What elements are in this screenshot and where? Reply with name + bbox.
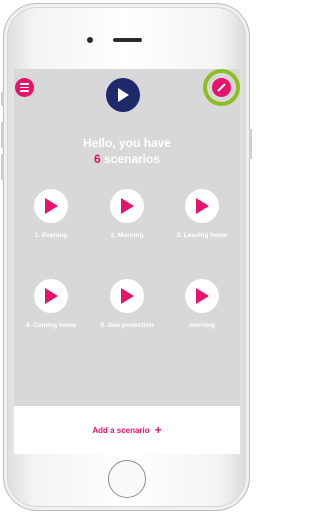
scenario-item[interactable]: 5. Sun protection [92,279,162,329]
app-screen: Hello, you have 6 scenarios 1. Evening 2… [14,69,240,454]
scenario-item[interactable]: 4. Coming home [16,279,86,329]
phone-volume-up [1,122,4,148]
plus-icon: + [154,423,162,437]
play-button[interactable] [110,279,144,313]
scenario-item[interactable]: 3. Leaving home [167,189,237,239]
hamburger-icon [20,83,29,85]
pencil-icon [217,83,226,92]
scenario-label: 1. Evening [34,232,68,239]
play-icon [45,198,58,214]
add-scenario-button[interactable]: Add a scenario + [14,406,240,454]
scenario-word: scenarios [103,152,161,166]
hamburger-icon [20,86,29,89]
scenario-item[interactable]: 2. Morning [92,189,162,239]
play-icon [121,198,134,214]
front-camera [87,37,93,43]
scenario-label: 5. Sun protection [100,322,154,329]
greeting-text: Hello, you have 6 scenarios [14,136,240,167]
scenario-label: morning [189,322,215,329]
scenario-label: 4. Coming home [25,322,77,329]
scenario-item[interactable]: 1. Evening [16,189,86,239]
phone-power-button [249,129,252,159]
play-icon [196,198,209,214]
play-button[interactable] [185,189,219,223]
play-button[interactable] [110,189,144,223]
scenario-label: 3. Leaving home [176,232,228,239]
play-button[interactable] [34,189,68,223]
play-icon [196,288,209,304]
menu-button[interactable] [15,78,34,97]
phone-volume-down [1,154,4,180]
play-icon [121,288,134,304]
play-button[interactable] [34,279,68,313]
scenario-count-line: 6 scenarios [14,152,240,167]
home-button[interactable] [108,460,146,498]
add-scenario-label: Add a scenario [92,425,150,435]
play-logo-icon [118,88,129,102]
hamburger-icon [20,90,29,92]
edit-highlight-ring [203,69,240,106]
phone-side-button [1,92,4,106]
edit-button[interactable] [212,78,231,97]
earpiece-speaker [113,38,142,42]
play-button[interactable] [185,279,219,313]
play-icon [45,288,58,304]
scenario-count: 6 [93,152,101,166]
app-logo [106,78,140,112]
greeting-line: Hello, you have [82,136,172,150]
scenario-label: 2. Morning [110,232,144,239]
scenario-item[interactable]: morning [167,279,237,329]
